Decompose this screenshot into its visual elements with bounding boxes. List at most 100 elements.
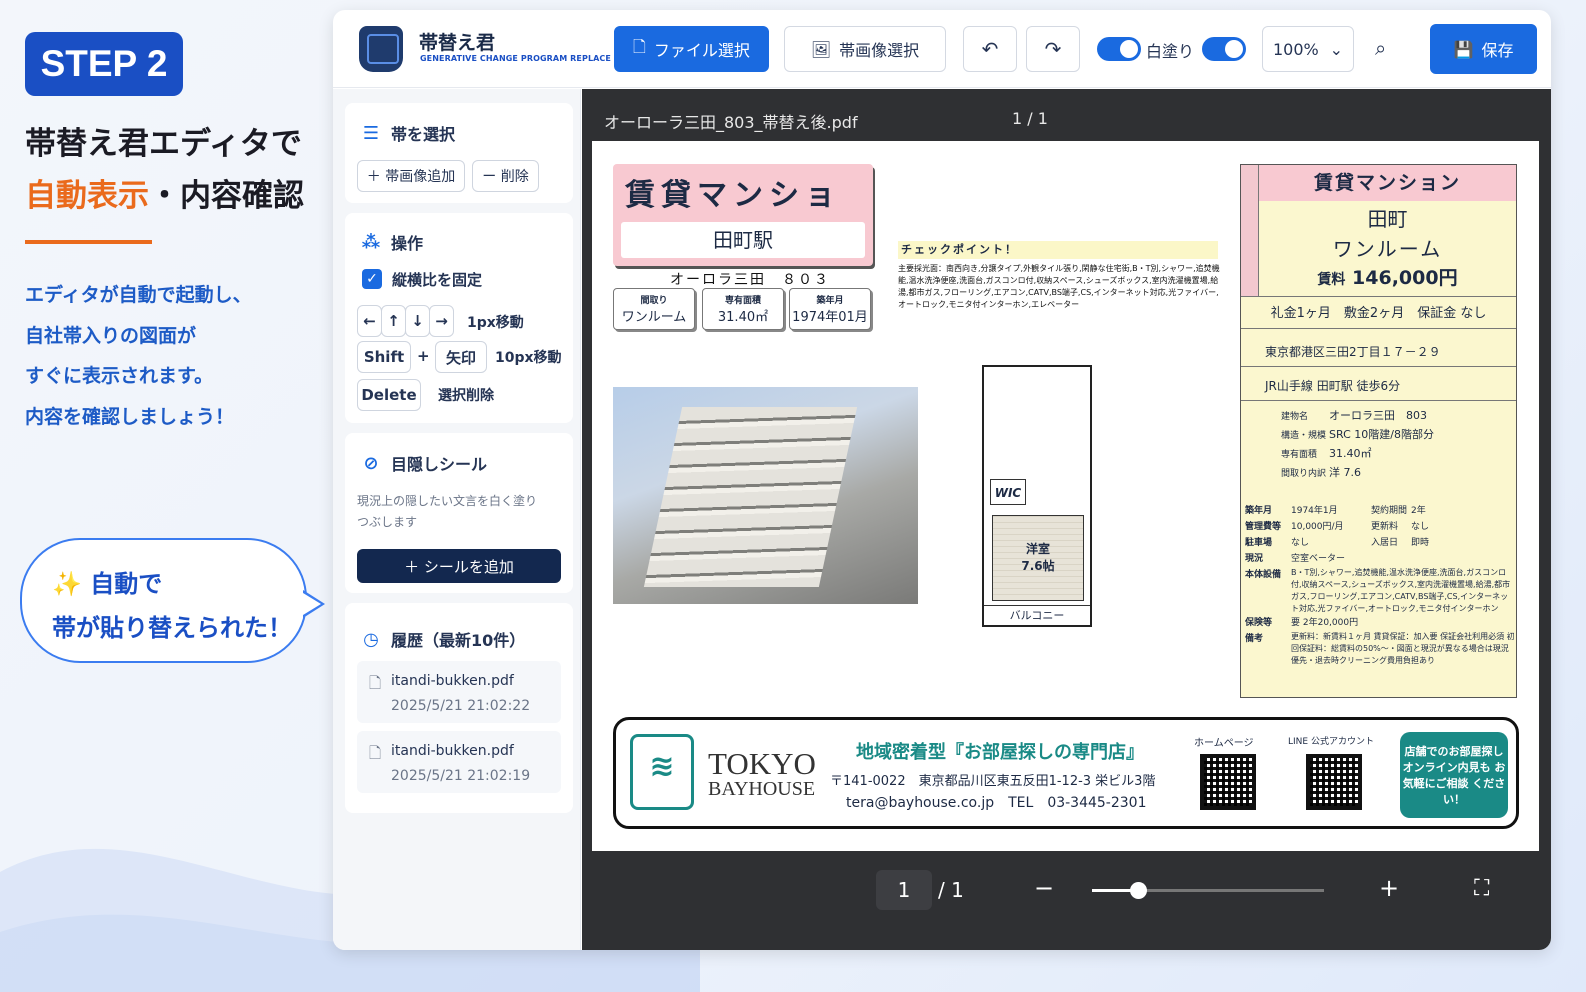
company-tel: 03-3445-2301 [1047,795,1147,811]
arrow-up-key: ↑ [381,305,406,337]
delete-band-button[interactable]: ー 削除 [472,160,539,192]
panel-detail-table: 築年月 1974年1月 契約期間 2年 管理費等 10,000円/月 更新料 なし 駐車場な… [1245,503,1515,667]
viewer-footer: 1 / 1 − + ⛶ [582,850,1551,950]
save-button[interactable]: 💾 保存 [1430,24,1537,74]
detail-val: なし [1291,538,1310,548]
bubble-line: 帯が貼り替えられた！ [52,614,292,642]
file-icon: 🗋 [369,674,382,692]
arrow-down-key: ↓ [405,305,430,337]
add-seal-button[interactable]: ＋ シールを追加 [357,549,561,583]
spec-key: 専有面積 [1281,450,1318,460]
whiteout-toggle[interactable] [1097,37,1141,61]
app-title: 帯替え君 [419,32,496,54]
doc-mini-layout: 間取り ワンルーム [613,288,695,330]
desc-line: 自社帯入りの図面が [25,324,197,347]
file-icon: 🗋 [633,36,646,56]
spec-key: 建物名 [1281,412,1309,422]
panel-terms: 礼金1ヶ月 敷金2ヶ月 保証金 なし [1241,299,1516,329]
line-qr-code-icon [1306,754,1362,810]
spec-row: 間取り内訳洋 7.6 [1281,464,1515,483]
add-band-image-button[interactable]: ＋ 帯画像追加 [357,160,465,192]
file-select-label: ファイル選択 [653,41,750,60]
rent-label: 賃料 [1317,272,1346,288]
mini-value: ワンルーム [621,310,687,325]
save-icon: 💾 [1453,39,1474,59]
desc-line: エディタが自動で起動し、 [25,284,252,306]
whiteout-toggle-2[interactable] [1202,37,1246,61]
grid-icon: ⁂ [361,231,381,253]
headline-highlight: 自動表示 [25,178,149,214]
doc-building: オーロラ三田 ８０３ [670,272,830,288]
checkpoint-text: 主要採光面：南西向き,分譲タイプ,外観タイル張り,閑静な住宅街,B・T別,シャワ… [898,264,1220,309]
band-image-select-button[interactable]: 🖼 帯画像選択 [784,26,946,72]
seal-desc-line: つぶします [357,515,418,529]
spec-row: 専有面積 31.40㎡ [1281,445,1515,464]
file-select-button[interactable]: 🗋 ファイル選択 [614,26,769,72]
sidebar: ☰ 帯を選択 ＋ 帯画像追加 ー 削除 ⁂ 操作 ✓ 縦横比を固定 ← ↑ ↓ → … [333,89,581,950]
image-icon: 🖼 [810,39,832,59]
band-select-card: ☰ 帯を選択 ＋ 帯画像追加 ー 削除 [345,103,573,203]
history-item[interactable]: 🗋 itandi-bukken.pdf 2025/5/21 21:02:19 [357,731,561,793]
equip-key: 本体設備 [1245,570,1282,580]
redo-button[interactable]: ↷ [1026,26,1080,72]
fp-room-size: 7.6帖 [1021,559,1055,573]
fp-room: 洋室 7.6帖 [992,515,1084,601]
zoom-out-button[interactable]: − [1034,874,1054,902]
detail-val: 10,000円/月 [1291,522,1344,532]
spec-key: 構造・規模 [1281,431,1327,441]
panel-address: 東京都港区三田2丁目１７－２９ [1241,337,1516,367]
fp-balcony: バルコニー [984,605,1090,625]
panel-title: 賃貸マンション [1259,165,1516,201]
checkpoint-title: チェックポイント！ [898,241,1218,259]
property-panel: 賃貸マンション 田町 ワンルーム 賃料 146,000円 礼金1ヶ月 敷金2ヶ月… [1240,164,1517,698]
undo-button[interactable]: ↶ [963,26,1017,72]
seal-card: ⊘ 目隠しシール 現況上の隠したい文言を白く塗り つぶします ＋ シールを追加 [345,433,573,593]
redo-icon: ↷ [1044,37,1062,61]
mini-label: 専有面積 [724,296,761,306]
pdf-viewer: オーローラ三田_803_帯替え後.pdf 1 / 1 賃貸マンション 田町駅 オ… [582,89,1551,950]
detail-key2: 入居日 [1371,538,1399,548]
detail-row: 本体設備 B・T別,シャワー,追焚機能,温水洗浄便座,洗面台,ガスコンロ付,収納ス… [1245,567,1515,615]
rent-value: 146,000円 [1352,267,1458,289]
zoom-in-button[interactable]: + [1379,874,1399,902]
editor-window: 帯替え君 GENERATIVE CHANGE PROGRAM REPLACE 🗋… [333,10,1551,950]
lock-ratio-checkbox[interactable]: ✓ [362,269,382,289]
building-photo [613,387,918,604]
zoom-select[interactable]: 100% ⌄ [1262,26,1354,72]
history-time: 2025/5/21 21:02:19 [391,768,531,784]
operation-title: 操作 [391,234,424,253]
doc-mini-area: 専有面積 31.40㎡ [702,288,784,330]
toolbar: 帯替え君 GENERATIVE CHANGE PROGRAM REPLACE 🗋… [333,10,1551,88]
history-item[interactable]: 🗋 itandi-bukken.pdf 2025/5/21 21:02:22 [357,661,561,723]
move1-label: 1px移動 [467,315,524,331]
desc-line: 内容を確認しましょう！ [25,405,235,428]
hp-label: ホームページ [1194,738,1254,749]
spec-key: 間取り内訳 [1281,469,1327,479]
headline-rest: ・内容確認 [149,178,304,214]
app-subtitle: GENERATIVE CHANGE PROGRAM REPLACE [420,54,611,63]
arrow-right-key: → [429,305,454,337]
app-logo-icon [359,26,403,72]
history-filename: itandi-bukken.pdf [391,673,514,689]
panel-spec-table: 建物名 オーロラ三田 803 構造・規模 SRC 10階建/8階部分 専有面積 31.… [1281,407,1515,483]
delete-selection-label: 選択削除 [438,388,494,404]
panel-layout: ワンルーム [1332,237,1443,261]
zoom-slider[interactable] [1092,882,1324,899]
panel-area: 田町 [1367,207,1408,231]
file-icon: 🗋 [369,744,382,762]
company-slogan: 地域密着型『お部屋探しの専門店』 [856,742,1144,763]
layers-icon: ☰ [362,122,380,144]
seal-desc: 現況上の隠したい文言を白く塗り つぶします [357,491,537,533]
detail-val: 1974年1月 [1291,506,1338,516]
fullscreen-icon[interactable]: ⛶ [1474,876,1489,901]
step-badge: STEP 2 [25,32,183,96]
pdf-page-indicator: 1 / 1 [1012,109,1048,128]
seal-heading: ⊘ 目隠しシール [361,451,487,475]
speech-bubble: ✨ 自動で 帯が貼り替えられた！ [20,538,325,663]
line-label: LINE 公式アカウント [1288,737,1374,747]
zoom-search-icon[interactable]: ⌕ [1375,36,1386,60]
page-number-input[interactable]: 1 [876,870,932,910]
fp-wic: WIC [990,479,1026,505]
detail-row: 築年月 1974年1月 契約期間 2年 [1245,503,1515,519]
undo-icon: ↶ [981,37,999,61]
